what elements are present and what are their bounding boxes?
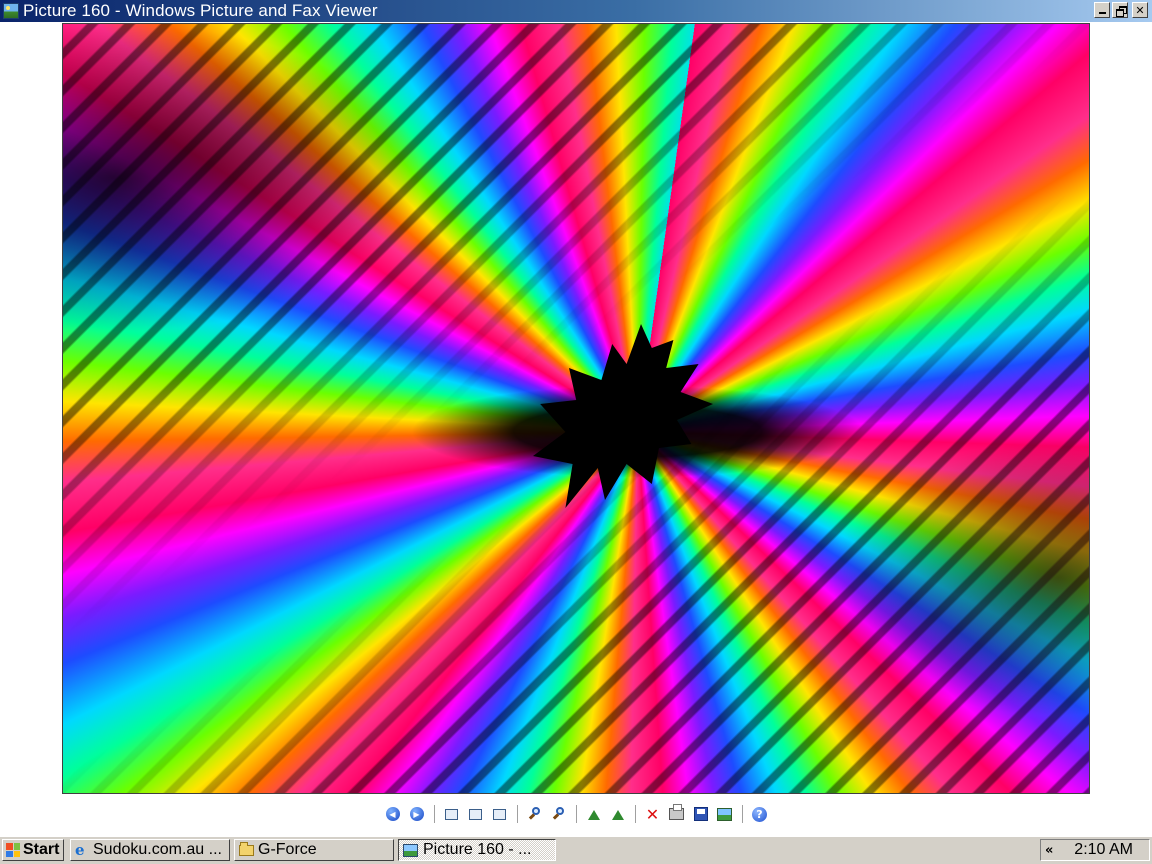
file-group: ✕ [641, 803, 737, 825]
rotate-counterclockwise-button[interactable] [607, 803, 629, 825]
actual-size-icon [469, 808, 482, 820]
system-tray: « 2:10 AM [1040, 839, 1150, 861]
delete-icon: ✕ [645, 804, 660, 824]
delete-button[interactable]: ✕ [642, 803, 664, 825]
navigation-group: ◀ ▶ [381, 803, 429, 825]
zoom-in-icon [528, 807, 542, 821]
save-icon [693, 807, 708, 821]
toolbar-separator [575, 805, 577, 823]
rotate-counterclockwise-icon [610, 808, 626, 820]
viewer-toolbar: ◀ ▶ ✕ ? [0, 800, 1152, 828]
picture-viewer-icon [403, 843, 418, 857]
next-image-icon: ▶ [409, 807, 424, 821]
best-fit-icon [445, 808, 458, 820]
toolbar-separator [634, 805, 636, 823]
save-button[interactable] [690, 803, 712, 825]
restore-button[interactable] [1112, 2, 1128, 18]
toolbar-separator [741, 805, 743, 823]
view-group [440, 803, 512, 825]
toolbar-separator [433, 805, 435, 823]
zoom-in-button[interactable] [524, 803, 546, 825]
clock[interactable]: 2:10 AM [1074, 841, 1133, 859]
best-fit-button[interactable] [441, 803, 463, 825]
help-icon: ? [752, 806, 767, 822]
rotate-clockwise-button[interactable] [583, 803, 605, 825]
windows-logo-icon [6, 843, 20, 857]
window-title: Picture 160 - Windows Picture and Fax Vi… [23, 1, 378, 20]
help-group: ? [748, 803, 772, 825]
taskbar-item-label: G-Force [258, 841, 317, 858]
slideshow-icon [493, 808, 506, 820]
close-button[interactable]: ✕ [1132, 2, 1148, 18]
show-hidden-icons-button[interactable]: « [1045, 843, 1053, 858]
close-icon: ✕ [1135, 3, 1145, 17]
previous-image-icon: ◀ [385, 807, 400, 821]
zoom-out-button[interactable] [548, 803, 570, 825]
folder-icon [239, 841, 254, 856]
slideshow-button[interactable] [489, 803, 511, 825]
rotate-group [582, 803, 630, 825]
minimize-icon [1098, 12, 1106, 14]
taskbar-item-sudoku[interactable]: e Sudoku.com.au ... [70, 839, 230, 861]
restore-icon [1115, 5, 1127, 17]
next-image-button[interactable]: ▶ [406, 803, 428, 825]
help-button[interactable]: ? [749, 803, 771, 825]
picture-viewer-window: Picture 160 - Windows Picture and Fax Vi… [0, 0, 1152, 836]
picture-viewer-app-icon[interactable] [3, 3, 19, 19]
minimize-button[interactable] [1094, 2, 1110, 18]
toolbar-separator [516, 805, 518, 823]
taskbar-item-label: Picture 160 - ... [423, 841, 532, 858]
taskbar-item-g-force[interactable]: G-Force [234, 839, 394, 861]
internet-explorer-icon: e [75, 840, 85, 859]
taskbar: Start e Sudoku.com.au ... G-Force Pictur… [0, 836, 1152, 864]
start-button[interactable]: Start [2, 839, 64, 861]
rotate-clockwise-icon [586, 808, 602, 820]
start-label: Start [23, 841, 60, 858]
zoom-out-icon [552, 807, 566, 821]
print-icon [669, 804, 684, 820]
zoom-group [523, 803, 571, 825]
window-controls: ✕ [1094, 2, 1148, 18]
image-display[interactable] [62, 23, 1090, 794]
taskbar-item-label: Sudoku.com.au ... [93, 841, 222, 858]
edit-icon [717, 807, 732, 821]
title-bar[interactable]: Picture 160 - Windows Picture and Fax Vi… [0, 0, 1152, 22]
print-button[interactable] [666, 803, 688, 825]
actual-size-button[interactable] [465, 803, 487, 825]
taskbar-item-picture-160[interactable]: Picture 160 - ... [398, 839, 556, 861]
previous-image-button[interactable]: ◀ [382, 803, 404, 825]
edit-button[interactable] [714, 803, 736, 825]
